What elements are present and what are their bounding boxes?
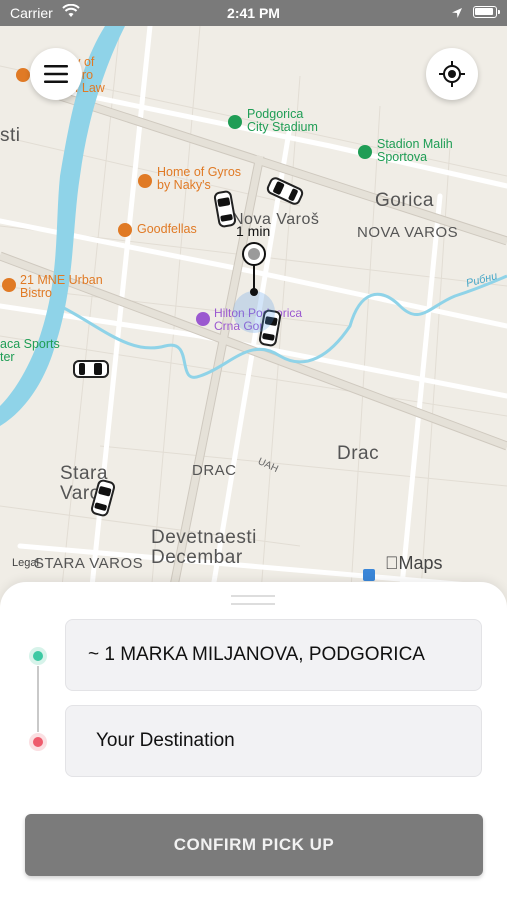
pickup-pin-icon[interactable] bbox=[240, 241, 268, 301]
confirm-pickup-button[interactable]: CONFIRM PICK UP bbox=[25, 814, 483, 876]
district-label-drac: Drac bbox=[337, 443, 380, 464]
crosshair-icon bbox=[439, 61, 465, 87]
menu-button[interactable] bbox=[30, 48, 82, 100]
poi-goodfellas[interactable]: Goodfellas bbox=[137, 222, 197, 236]
apple-logo-icon:  bbox=[385, 553, 399, 573]
apple-maps-attribution: Maps bbox=[385, 554, 443, 573]
district-label-devetnaesti-decembar: Devetnaesti Decembar bbox=[151, 527, 257, 568]
district-label-nova-varos-caps: NOVA VAROS bbox=[357, 224, 459, 241]
district-label-gorica: Gorica bbox=[375, 190, 434, 211]
district-label-drac-caps: DRAC bbox=[192, 462, 237, 479]
route-connector-line bbox=[37, 666, 39, 732]
university-poi-icon bbox=[16, 68, 30, 82]
stadium-poi-icon bbox=[228, 115, 242, 129]
legal-link[interactable]: Legal bbox=[12, 557, 39, 570]
destination-field[interactable]: Your Destination bbox=[65, 705, 482, 777]
district-label-sti: sti bbox=[0, 125, 21, 146]
poi-sports-center[interactable]: aca Sports ter bbox=[0, 337, 60, 364]
map-view[interactable]: sti ity of egro of Law Podgorica City St… bbox=[0, 26, 507, 606]
maps-attribution-text: Maps bbox=[385, 553, 443, 573]
destination-placeholder: Your Destination bbox=[96, 730, 235, 751]
restaurant-poi-icon bbox=[2, 278, 16, 292]
pickup-address-field[interactable]: ~ 1 MARKA MILJANOVA, PODGORICA bbox=[65, 619, 482, 691]
pickup-marker-icon bbox=[29, 647, 47, 665]
battery-icon bbox=[473, 6, 500, 18]
pickup-address-value: ~ 1 MARKA MILJANOVA, PODGORICA bbox=[88, 644, 425, 665]
restaurant-poi-icon bbox=[118, 223, 132, 237]
poi-21-mne[interactable]: 21 MNE Urban Bistro bbox=[20, 273, 103, 300]
clock: 2:41 PM bbox=[227, 5, 280, 21]
restaurant-poi-icon bbox=[138, 174, 152, 188]
district-label-stara-varos-caps: STARA VAROS bbox=[34, 555, 144, 572]
poi-home-of-gyros[interactable]: Home of Gyros by Naky's bbox=[157, 165, 241, 192]
poi-stadion-malih[interactable]: Stadion Malih Sportova bbox=[377, 137, 453, 164]
recenter-location-button[interactable] bbox=[426, 48, 478, 100]
hotel-poi-icon bbox=[196, 312, 210, 326]
taxi-car-icon bbox=[73, 360, 109, 378]
sports-poi-icon bbox=[358, 145, 372, 159]
status-bar: Carrier 2:41 PM bbox=[0, 0, 507, 26]
location-services-icon bbox=[451, 6, 463, 24]
drag-handle[interactable] bbox=[231, 595, 275, 605]
eta-label: 1 min bbox=[236, 223, 271, 239]
poi-city-stadium[interactable]: Podgorica City Stadium bbox=[247, 107, 318, 134]
destination-marker-icon bbox=[29, 733, 47, 751]
hamburger-menu-icon bbox=[44, 65, 68, 83]
booking-sheet: ~ 1 MARKA MILJANOVA, PODGORICA Your Dest… bbox=[0, 582, 507, 900]
